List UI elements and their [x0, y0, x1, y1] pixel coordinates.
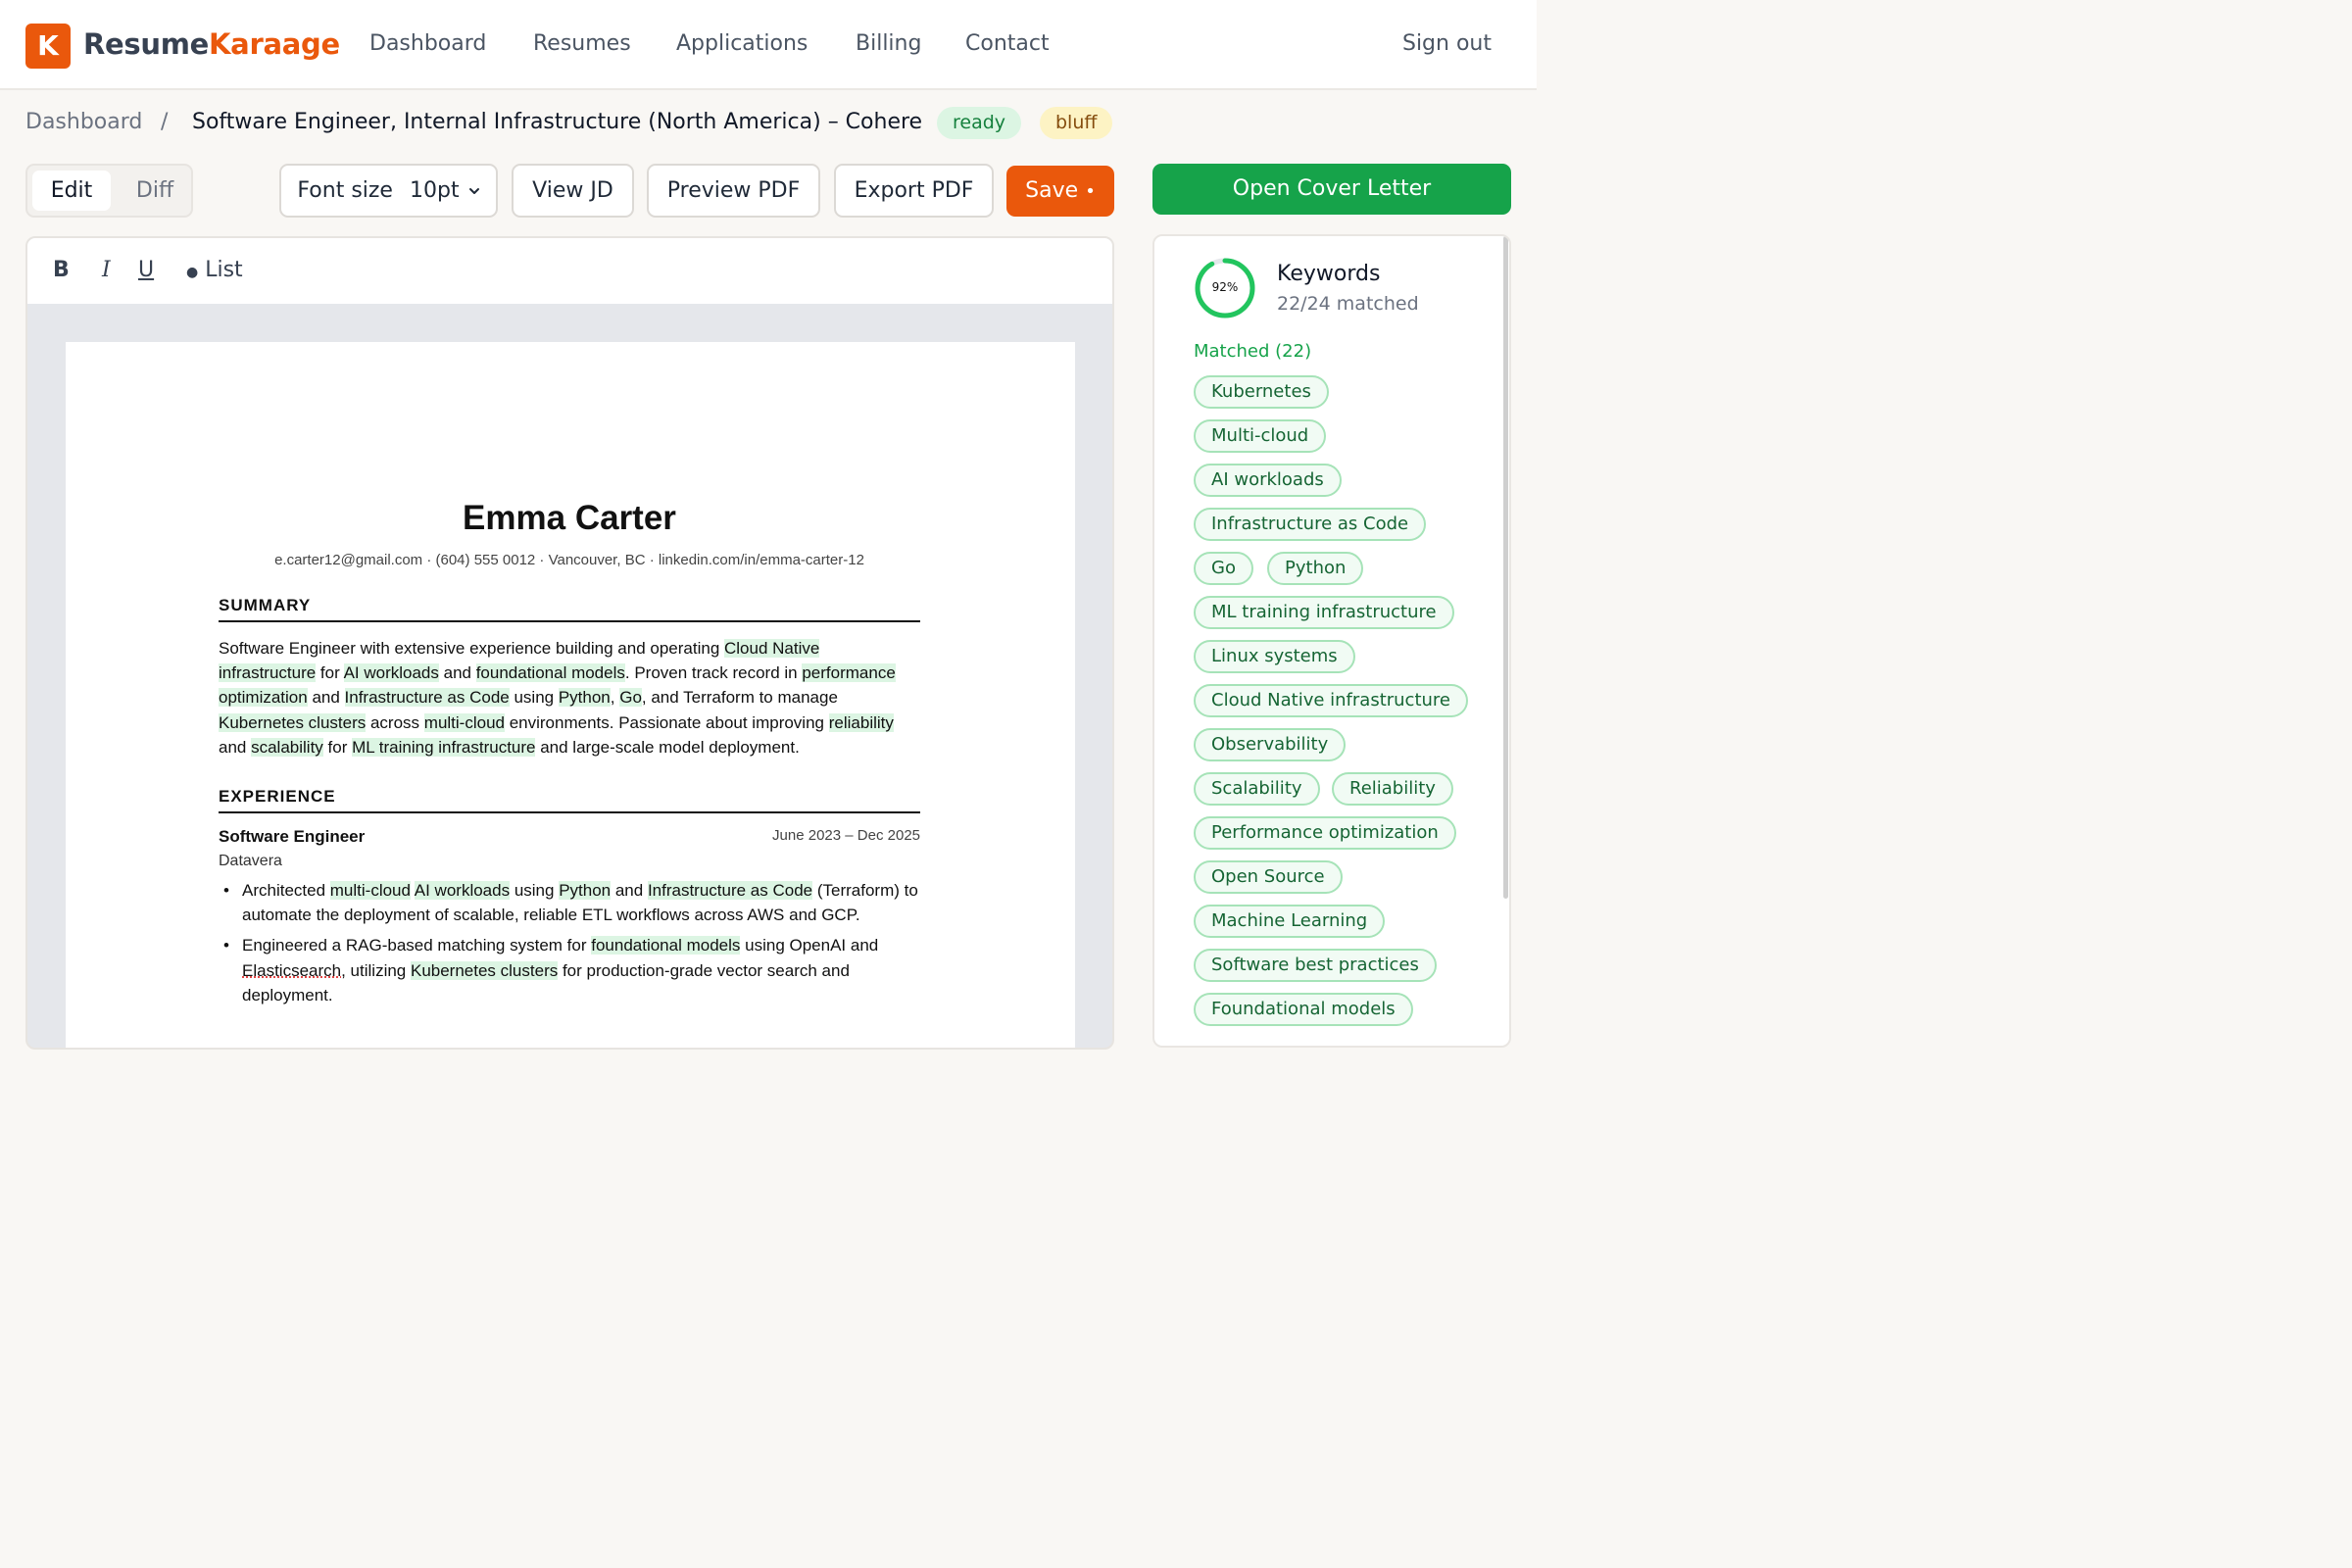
job-company: Datavera	[219, 853, 282, 870]
tab-diff[interactable]: Diff	[125, 171, 184, 211]
keyword-chip[interactable]: Reliability	[1332, 772, 1453, 806]
keyword-chip[interactable]: Kubernetes	[1194, 375, 1329, 409]
nav-contact[interactable]: Contact	[965, 31, 1050, 56]
tab-edit[interactable]: Edit	[32, 171, 111, 211]
export-pdf-button[interactable]: Export PDF	[834, 164, 994, 218]
resume-contact: e.carter12@gmail.com · (604) 555 0012 · …	[274, 552, 864, 568]
panel-scrollbar[interactable]	[1503, 236, 1508, 899]
keyword-chip[interactable]: Performance optimization	[1194, 816, 1456, 850]
brand-name-part-1: Resume	[83, 27, 209, 61]
brand-name[interactable]: ResumeKaraage	[83, 27, 340, 61]
keyword-chip[interactable]: Scalability	[1194, 772, 1320, 806]
view-jd-button[interactable]: View JD	[512, 164, 634, 218]
bullet-list-button[interactable]: ● List	[186, 258, 243, 282]
nav-resumes[interactable]: Resumes	[533, 31, 631, 56]
breadcrumb-dashboard-link[interactable]: Dashboard	[25, 110, 142, 134]
keyword-chip[interactable]: Cloud Native infrastructure	[1194, 684, 1469, 717]
experience-heading: EXPERIENCE	[219, 787, 920, 814]
page-title: Software Engineer, Internal Infrastructu…	[192, 110, 923, 134]
font-size-select[interactable]: Font size 10pt	[279, 164, 498, 218]
edit-diff-toggle: Edit Diff	[25, 164, 193, 218]
format-toolbar: B I U ● List	[27, 238, 1112, 304]
job-dates: June 2023 – Dec 2025	[772, 827, 920, 845]
bold-button[interactable]: B	[53, 258, 70, 282]
status-badge-ready: ready	[937, 107, 1022, 139]
keyword-chip[interactable]: Open Source	[1194, 860, 1343, 894]
keywords-panel: 92% Keywords 22/24 matched Matched (22) …	[1152, 234, 1511, 1048]
sign-out-link[interactable]: Sign out	[1402, 31, 1492, 56]
keyword-chip[interactable]: Foundational models	[1194, 993, 1413, 1026]
nav-applications[interactable]: Applications	[676, 31, 808, 56]
keyword-chip[interactable]: Machine Learning	[1194, 905, 1386, 938]
font-size-value: 10pt	[409, 178, 460, 203]
open-cover-letter-button[interactable]: Open Cover Letter	[1152, 164, 1511, 215]
logo-icon[interactable]: K	[25, 24, 71, 69]
unsaved-dot-icon: •	[1085, 181, 1096, 202]
resume-editor: B I U ● List Emma Carter e.carter12@gmai…	[25, 236, 1114, 1050]
keyword-chip[interactable]: Multi-cloud	[1194, 419, 1327, 453]
keyword-chip[interactable]: AI workloads	[1194, 464, 1342, 497]
save-label: Save	[1025, 178, 1079, 203]
job-bullets: Architected multi-cloud AI workloads usi…	[219, 878, 920, 1007]
resume-name: Emma Carter	[463, 499, 676, 537]
list-item[interactable]: Architected multi-cloud AI workloads usi…	[219, 878, 920, 927]
font-size-label: Font size	[297, 178, 393, 203]
italic-button[interactable]: I	[102, 258, 111, 282]
brand-name-part-2: Karaage	[209, 27, 340, 61]
keyword-chip[interactable]: Go	[1194, 552, 1253, 585]
nav-dashboard[interactable]: Dashboard	[369, 31, 486, 56]
summary-heading: SUMMARY	[219, 596, 920, 622]
keyword-chip[interactable]: ML training infrastructure	[1194, 596, 1454, 629]
keywords-subtitle: 22/24 matched	[1277, 293, 1419, 315]
keyword-chip[interactable]: Infrastructure as Code	[1194, 508, 1427, 541]
nav-billing[interactable]: Billing	[856, 31, 921, 56]
top-navigation-bar: K ResumeKaraage Dashboard Resumes Applic…	[0, 0, 1537, 90]
keyword-chip[interactable]: Software best practices	[1194, 949, 1437, 982]
keyword-chip[interactable]: Linux systems	[1194, 640, 1355, 673]
status-badge-bluff: bluff	[1040, 107, 1113, 139]
keywords-title: Keywords	[1277, 262, 1381, 286]
resume-page[interactable]: Emma Carter e.carter12@gmail.com · (604)…	[66, 342, 1075, 1048]
bullet-list-label: List	[205, 258, 243, 282]
job-header: Software Engineer June 2023 – Dec 2025	[219, 827, 920, 851]
preview-pdf-button[interactable]: Preview PDF	[647, 164, 820, 218]
job-title: Software Engineer	[219, 827, 366, 847]
save-button[interactable]: Save •	[1006, 166, 1114, 217]
keyword-chip[interactable]: Observability	[1194, 728, 1347, 761]
chevron-down-icon	[468, 188, 479, 194]
bullet-icon: ●	[186, 265, 199, 280]
keyword-chip[interactable]: Python	[1267, 552, 1364, 585]
underline-button[interactable]: U	[138, 258, 154, 282]
list-item[interactable]: Engineered a RAG-based matching system f…	[219, 933, 920, 1007]
breadcrumb-separator: /	[161, 110, 169, 134]
resume-document: Emma Carter e.carter12@gmail.com · (604)…	[219, 499, 920, 1013]
keyword-match-percent: 92%	[1211, 280, 1239, 294]
summary-paragraph[interactable]: Software Engineer with extensive experie…	[219, 636, 920, 760]
matched-heading: Matched (22)	[1194, 341, 1312, 362]
